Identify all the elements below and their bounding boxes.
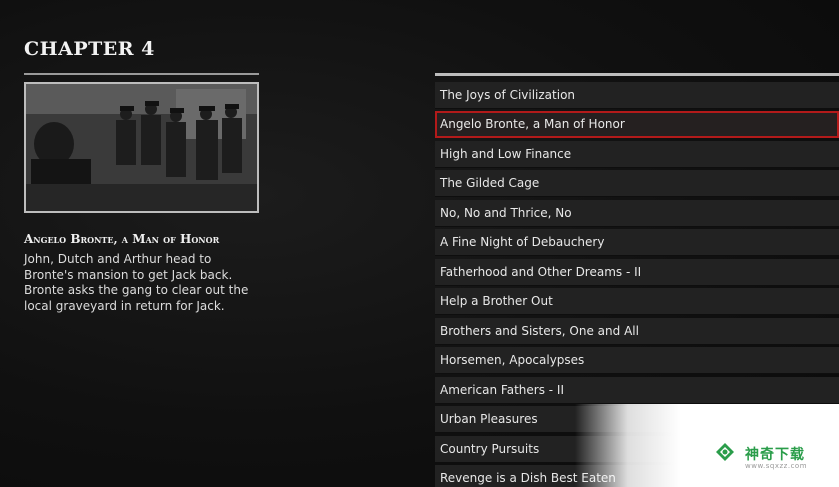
watermark-title: 神奇下载 [745,447,805,463]
mission-row[interactable]: High and Low Finance [435,141,839,168]
list-divider [435,73,839,76]
mission-row[interactable]: The Joys of Civilization [435,82,839,109]
mission-row[interactable]: Fatherhood and Other Dreams - II [435,259,839,286]
mission-row-selected[interactable]: Angelo Bronte, a Man of Honor [435,111,839,138]
mission-row[interactable]: No, No and Thrice, No [435,200,839,227]
chapter-title: CHAPTER 4 [24,38,155,60]
title-divider [24,73,259,75]
mission-detail-title: Angelo Bronte, a Man of Honor [24,232,220,246]
watermark-logo-icon [716,443,734,461]
mission-row[interactable]: Brothers and Sisters, One and All [435,318,839,345]
mission-detail-description: John, Dutch and Arthur head to Bronte's … [24,252,249,313]
watermark-url: www.sqxzz.com [745,462,808,470]
mission-row[interactable]: The Gilded Cage [435,170,839,197]
mission-row[interactable]: A Fine Night of Debauchery [435,229,839,256]
mission-row[interactable]: American Fathers - II [435,377,839,404]
mission-row[interactable]: Horsemen, Apocalypses [435,347,839,374]
site-watermark: 神奇下载 www.sqxzz.com [575,404,839,487]
mission-preview-image [24,82,259,213]
mission-row[interactable]: Help a Brother Out [435,288,839,315]
